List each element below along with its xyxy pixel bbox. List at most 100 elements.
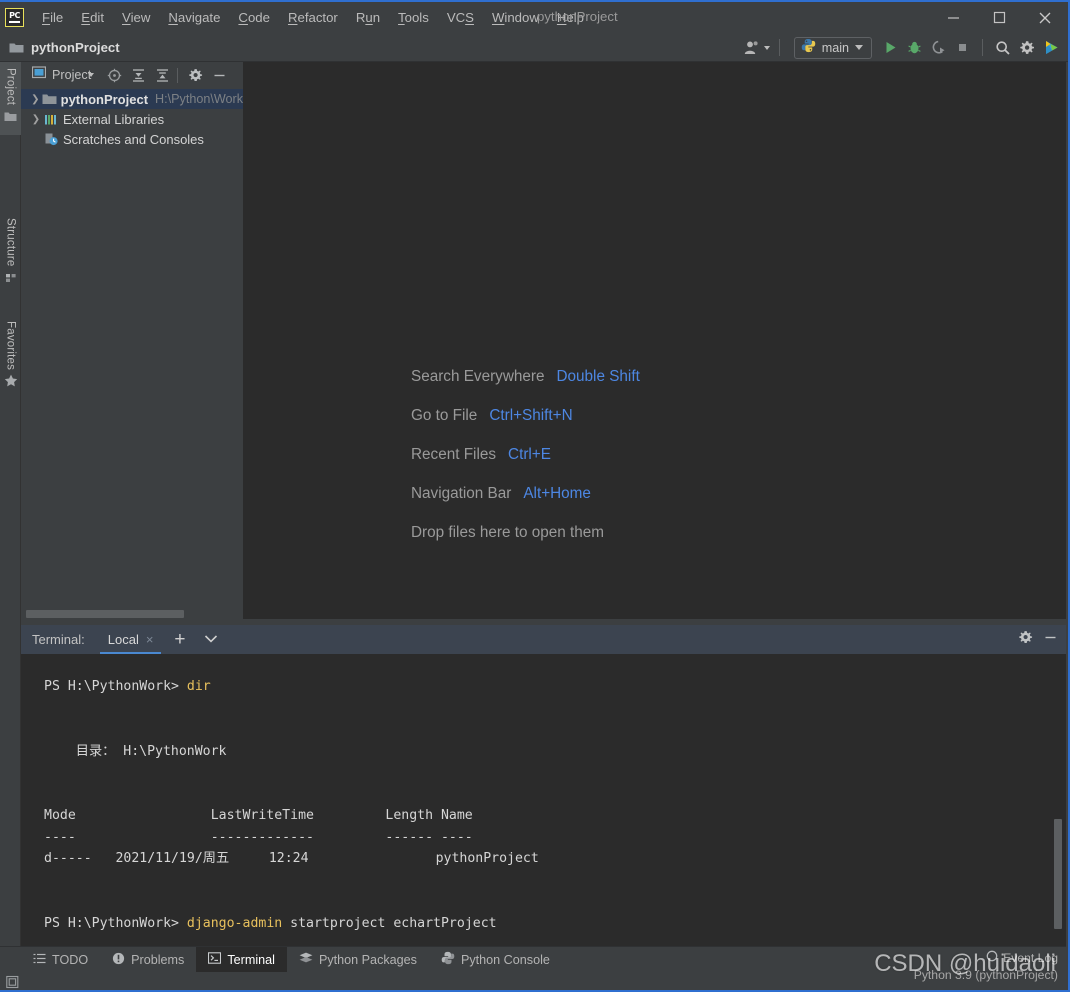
menu-item-edit[interactable]: Edit — [72, 8, 113, 27]
maximize-button[interactable] — [976, 2, 1022, 33]
hint-search-everywhere: Search Everywhere Double Shift — [411, 357, 640, 396]
close-icon[interactable]: × — [146, 632, 154, 647]
editor-empty-area[interactable]: Search Everywhere Double Shift Go to Fil… — [243, 62, 1066, 619]
minimize-button[interactable] — [930, 2, 976, 33]
tree-node-label: External Libraries — [63, 111, 165, 127]
status-python-interpreter[interactable]: Python 3.9 (pythonProject) — [914, 968, 1058, 982]
structure-icon — [5, 270, 17, 288]
close-button[interactable] — [1022, 2, 1068, 33]
star-icon — [4, 374, 18, 392]
project-panel-separator — [177, 67, 179, 83]
project-panel-header: Project — [21, 62, 243, 88]
chevron-right-icon[interactable]: ❯ — [29, 94, 42, 105]
tab-python-packages-label: Python Packages — [318, 952, 417, 967]
project-panel-chevron-down-icon[interactable] — [88, 73, 95, 77]
terminal-args-2: startproject echartProject — [282, 915, 497, 931]
tab-python-console-label: Python Console — [460, 952, 550, 967]
terminal-table-divider: ---- ------------- ------ ---- — [44, 829, 473, 845]
terminal-vertical-scrollbar[interactable] — [1054, 819, 1062, 929]
terminal-command-2: django-admin — [186, 915, 283, 931]
project-window-icon — [31, 66, 47, 84]
search-icon[interactable] — [992, 37, 1014, 59]
terminal-lines: PS H:\PythonWork> dir 目录： H:\PythonWork … — [44, 676, 1046, 934]
python-icon — [801, 38, 816, 58]
sidebar-item-favorites[interactable]: Favorites — [0, 315, 21, 400]
menu-item-vcs[interactable]: VCS — [438, 8, 483, 27]
menu-item-run[interactable]: Run — [347, 8, 389, 27]
menu-item-file[interactable]: File — [33, 8, 72, 27]
hint-shortcut: Ctrl+Shift+N — [489, 406, 573, 424]
chevron-down-icon[interactable] — [203, 631, 219, 649]
terminal-table-header: Mode LastWriteTime Length Name — [44, 808, 473, 823]
run-configuration-selector[interactable]: main — [793, 36, 872, 59]
project-tree: ❯ pythonProject H:\Python\Work ❯ Externa… — [21, 89, 243, 149]
menu-item-view[interactable]: View — [113, 8, 159, 27]
terminal-tab-local[interactable]: Local × — [99, 625, 162, 654]
hide-panel-icon[interactable] — [208, 64, 230, 86]
hint-label: Go to File — [411, 406, 478, 424]
collapse-all-icon[interactable] — [151, 64, 173, 86]
terminal-settings-gear-icon[interactable] — [1018, 630, 1033, 650]
account-chevron-down-icon[interactable] — [763, 45, 770, 50]
select-opened-file-icon[interactable] — [103, 64, 125, 86]
project-panel-title[interactable]: Project — [52, 68, 91, 82]
tree-node-external-libraries[interactable]: ❯ External Libraries — [21, 109, 243, 129]
navbar-project-name[interactable]: pythonProject — [31, 40, 120, 55]
tab-python-packages[interactable]: Python Packages — [287, 947, 429, 972]
tab-python-console[interactable]: Python Console — [429, 947, 562, 972]
hint-shortcut: Ctrl+E — [508, 445, 551, 463]
tab-todo[interactable]: TODO — [21, 947, 100, 972]
menu-bar: File Edit View Navigate Code Refactor Ru… — [33, 8, 593, 27]
editor-hint-list: Search Everywhere Double Shift Go to Fil… — [411, 357, 640, 552]
main-toolbar: pythonProject main — [0, 33, 1068, 62]
tree-node-pythonproject[interactable]: ❯ pythonProject H:\Python\Work — [21, 89, 243, 109]
run-with-coverage-icon[interactable] — [927, 37, 949, 59]
sidebar-item-structure-label: Structure — [4, 218, 17, 267]
menu-item-refactor[interactable]: Refactor — [279, 8, 347, 27]
debug-bug-icon[interactable] — [903, 37, 925, 59]
hint-label: Navigation Bar — [411, 484, 512, 502]
expand-all-icon[interactable] — [127, 64, 149, 86]
project-tool-window: Project ❯ pythonProject H:\Python\Work ❯… — [21, 62, 243, 619]
problems-warning-icon — [112, 952, 125, 968]
tree-node-scratches-and-consoles[interactable]: Scratches and Consoles — [21, 129, 243, 149]
ide-updates-icon[interactable] — [1040, 37, 1062, 59]
sidebar-item-project-label: Project — [4, 68, 17, 106]
pycharm-logo-icon: PC — [5, 8, 24, 27]
gear-icon[interactable] — [1016, 37, 1038, 59]
sidebar-item-structure[interactable]: Structure — [0, 212, 21, 296]
terminal-hide-panel-icon[interactable] — [1043, 630, 1058, 650]
terminal-icon — [208, 952, 222, 967]
run-play-icon[interactable] — [879, 37, 901, 59]
tab-problems[interactable]: Problems — [100, 947, 196, 972]
user-account-icon[interactable] — [742, 37, 764, 59]
terminal-header-label: Terminal: — [32, 632, 85, 647]
title-bar: PC File Edit View Navigate Code Refactor… — [0, 2, 1068, 33]
window-title: pythonProject — [537, 9, 618, 24]
menu-item-code[interactable]: Code — [229, 8, 279, 27]
run-configuration-chevron-down-icon[interactable] — [855, 45, 863, 50]
tab-todo-label: TODO — [52, 952, 89, 967]
pycharm-window: PC File Edit View Navigate Code Refactor… — [0, 0, 1070, 992]
chevron-right-icon[interactable]: ❯ — [29, 114, 43, 125]
menu-item-tools[interactable]: Tools — [389, 8, 438, 27]
new-terminal-tab-icon[interactable]: + — [174, 630, 185, 649]
todo-list-icon — [33, 953, 46, 967]
window-controls — [930, 2, 1068, 33]
external-libraries-icon — [43, 113, 59, 126]
menu-item-navigate[interactable]: Navigate — [159, 8, 229, 27]
event-log-icon — [986, 950, 998, 965]
hint-drop-files: Drop files here to open them — [411, 513, 640, 552]
project-folder-icon — [4, 109, 17, 127]
terminal-tool-window-header: Terminal: Local × + — [21, 625, 1066, 654]
layout-settings-icon[interactable] — [6, 975, 21, 990]
left-tool-rail: Project Structure Favorites — [0, 62, 21, 948]
terminal-output-area[interactable]: PS H:\PythonWork> dir 目录： H:\PythonWork … — [21, 654, 1066, 951]
project-horizontal-scrollbar[interactable] — [21, 608, 243, 619]
tab-terminal[interactable]: Terminal — [196, 947, 287, 972]
scrollbar-thumb[interactable] — [26, 610, 184, 618]
panel-settings-gear-icon[interactable] — [184, 64, 206, 86]
sidebar-item-project[interactable]: Project — [0, 62, 21, 136]
status-event-log[interactable]: Event Log — [986, 950, 1058, 965]
hint-label: Recent Files — [411, 445, 497, 463]
